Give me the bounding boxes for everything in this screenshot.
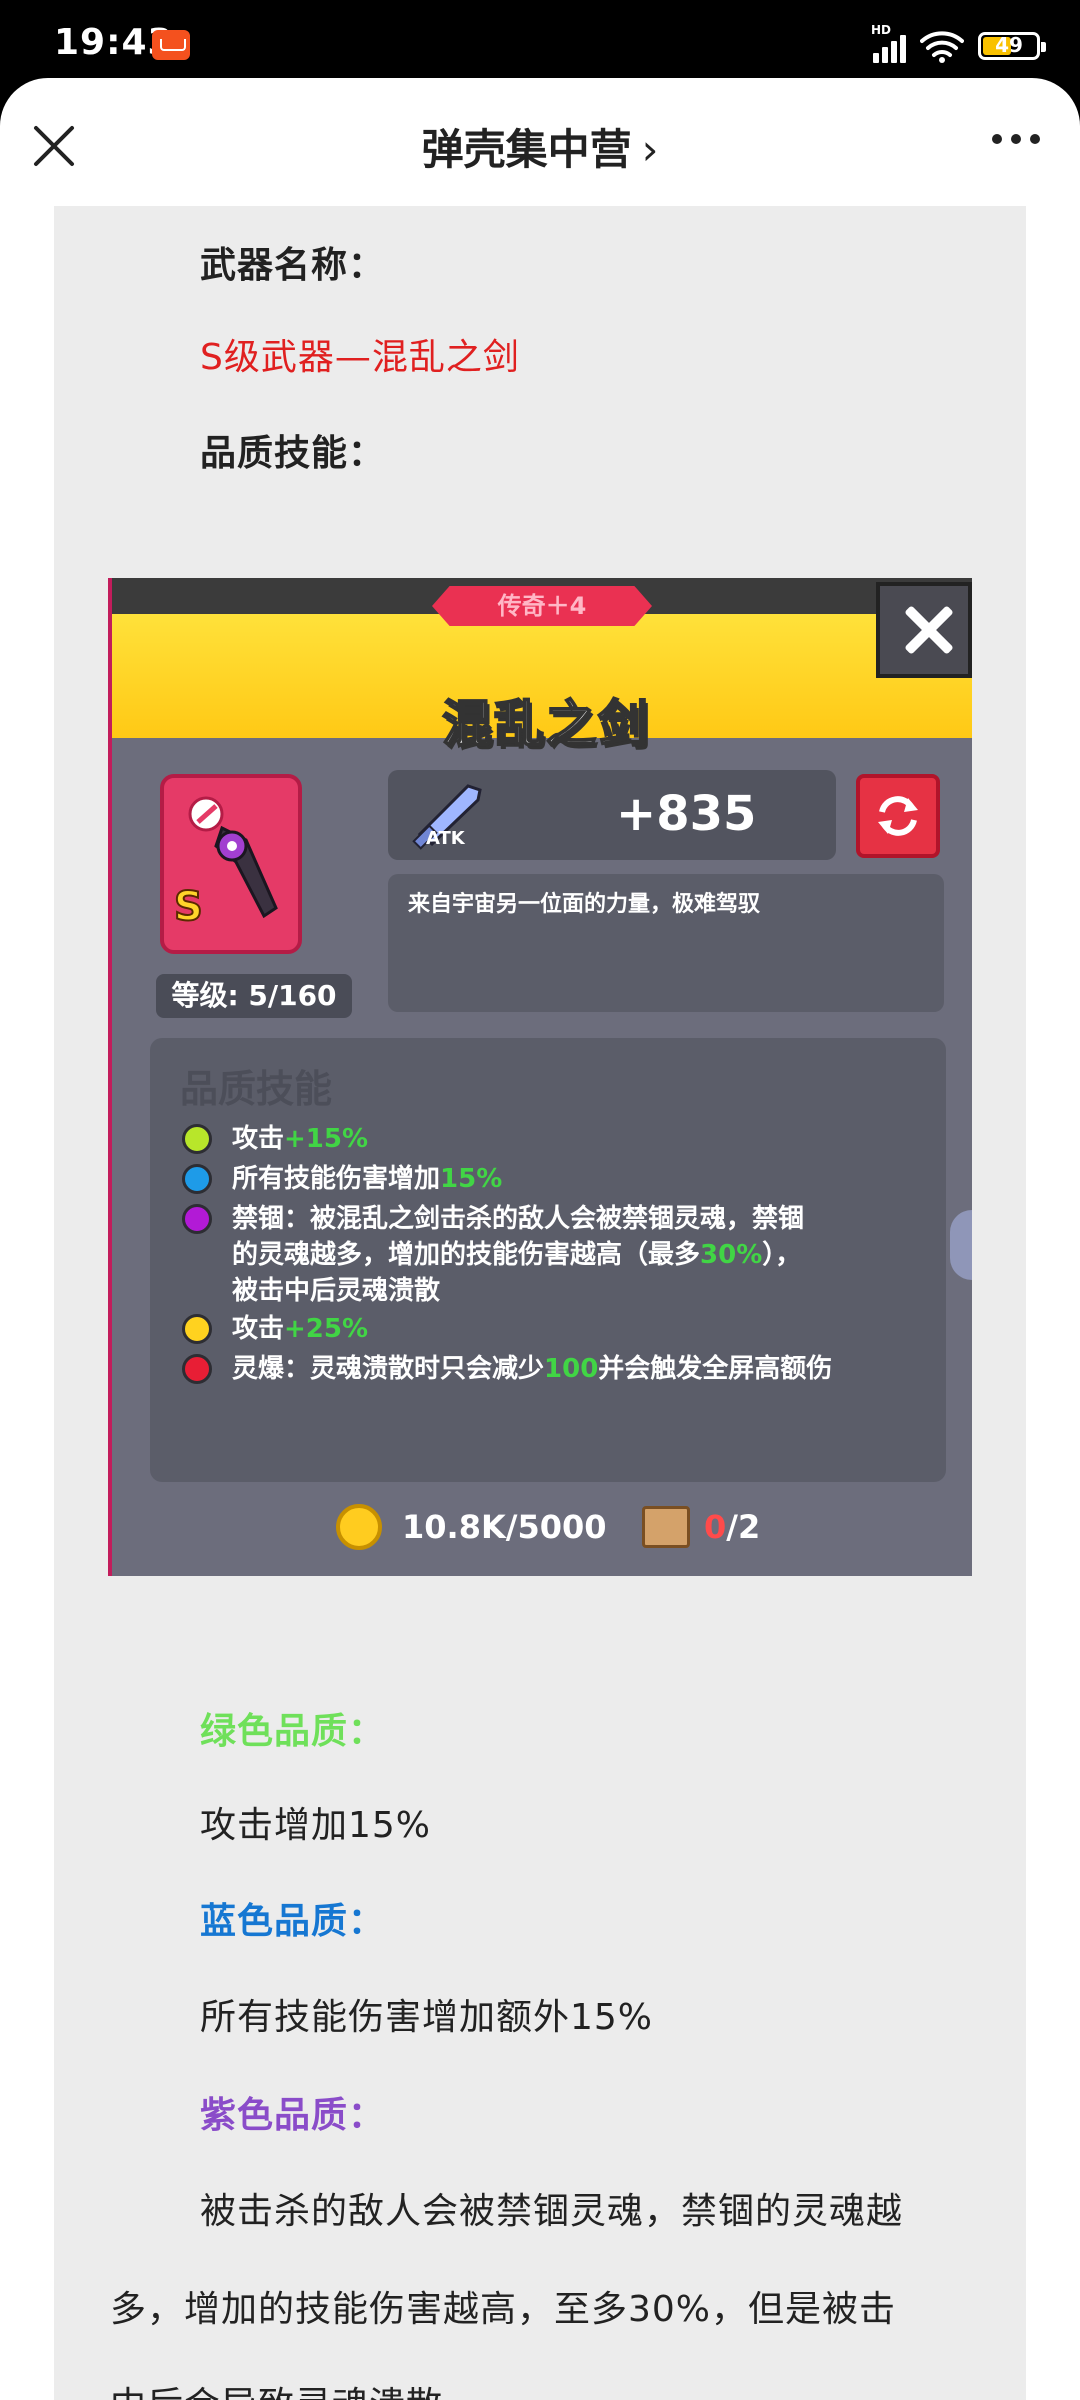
green-quality-label: 绿色品质： — [200, 1711, 386, 1752]
scroll-arrow-icon — [950, 1210, 972, 1280]
skill-dot-icon — [182, 1354, 212, 1384]
coin-amount: 10.8K/5000 — [402, 1508, 607, 1546]
status-icons: HD 49 — [871, 23, 1046, 66]
page-title[interactable]: 弹壳集中营 › — [0, 116, 1080, 177]
scroll-need: /2 — [726, 1508, 761, 1546]
blue-quality-text: 所有技能伤害增加额外15% — [200, 1997, 654, 2038]
chevron-right-icon: › — [641, 125, 659, 174]
atk-value: +835 — [616, 786, 757, 842]
game-close-icon — [876, 582, 972, 678]
green-quality-text: 攻击增加15% — [200, 1805, 432, 1846]
skill-dot-icon — [182, 1204, 212, 1234]
skill-text: 攻击+15% — [232, 1124, 369, 1154]
purple-quality-text-1: 被击杀的敌人会被禁锢灵魂，禁锢的灵魂越 — [200, 2191, 904, 2232]
skills-title: 品质技能 — [180, 1067, 333, 1111]
battery-icon: 49 — [978, 32, 1046, 60]
more-icon — [992, 134, 1002, 144]
more-button[interactable] — [992, 134, 1040, 144]
skill-dot-icon — [182, 1164, 212, 1194]
weapon-name-label: 武器名称： — [200, 245, 386, 286]
skill-text: 灵爆：灵魂溃散时只会减少100并会触发全屏高额伤 — [232, 1354, 833, 1384]
title-bar: 弹壳集中营 › — [0, 78, 1080, 208]
skill-text: 所有技能伤害增加15% — [232, 1164, 503, 1194]
weapon-description-box: 来自宇宙另一位面的力量，极难驾驭 — [388, 874, 944, 1012]
skills-box: 品质技能 攻击+15% 所有技能伤害增加15% 禁锢：被混乱之剑击杀的敌人会被禁锢灵… — [150, 1038, 946, 1482]
hd-label: HD — [871, 23, 892, 37]
atk-label: ATK — [426, 828, 465, 849]
weapon-banner: 混乱之剑 — [112, 614, 972, 754]
skill-dot-icon — [182, 1124, 212, 1154]
skill-text: 攻击+25% — [232, 1314, 369, 1344]
weapon-description: 来自宇宙另一位面的力量，极难驾驭 — [408, 892, 761, 917]
purple-quality-text-2: 多，增加的技能伤害越高，至多30%，但是被击 — [110, 2289, 897, 2330]
scroll-amount: 0/2 — [704, 1508, 760, 1546]
cost-row: 10.8K/5000 0/2 — [112, 1496, 972, 1566]
wifi-icon — [920, 29, 964, 63]
webview-sheet: 弹壳集中营› 武器名称： S级武器—混乱之剑 品质技能： 混乱之剑 传奇＋4 — [0, 78, 1080, 2400]
skill-dot-icon — [182, 1314, 212, 1344]
scroll-icon — [642, 1506, 690, 1548]
weapon-title: 混乱之剑 — [441, 694, 650, 754]
battery-level: 49 — [995, 33, 1023, 57]
scroll-have: 0 — [704, 1508, 727, 1546]
status-bar: 19:43 HD 49 — [0, 0, 1080, 82]
game-screenshot[interactable]: 混乱之剑 传奇＋4 S 等级: 5/160 ATK +835 来自宇宙另一位面的… — [108, 578, 972, 1576]
skill-text: 被击中后灵魂溃散 — [232, 1276, 441, 1306]
quality-skill-label: 品质技能： — [200, 433, 386, 474]
signal-icon: HD — [871, 23, 906, 63]
blue-quality-label: 蓝色品质： — [200, 1901, 386, 1942]
weapon-name-value: S级武器—混乱之剑 — [200, 337, 520, 378]
shopping-app-icon — [152, 30, 190, 60]
account-name[interactable]: 弹壳集中营 — [422, 125, 632, 174]
attack-row: ATK +835 — [388, 770, 836, 860]
level-pill: 等级: 5/160 — [156, 974, 352, 1018]
refresh-icon — [878, 796, 918, 836]
grade-badge: S — [173, 883, 204, 931]
purple-quality-label: 紫色品质： — [200, 2095, 386, 2136]
coin-icon — [336, 1504, 382, 1550]
rank-tag: 传奇＋4 — [432, 586, 652, 626]
article-body: 武器名称： S级武器—混乱之剑 品质技能： 混乱之剑 传奇＋4 S 等级: 5/… — [54, 206, 1026, 2400]
refresh-button — [856, 774, 940, 858]
skill-text: 的灵魂越多，增加的技能伤害越高（最多30%）， — [232, 1240, 802, 1270]
purple-quality-text-3: 中后会导致灵魂溃散。 — [110, 2376, 480, 2400]
skill-text: 禁锢：被混乱之剑击杀的敌人会被禁锢灵魂，禁锢 — [232, 1204, 805, 1234]
